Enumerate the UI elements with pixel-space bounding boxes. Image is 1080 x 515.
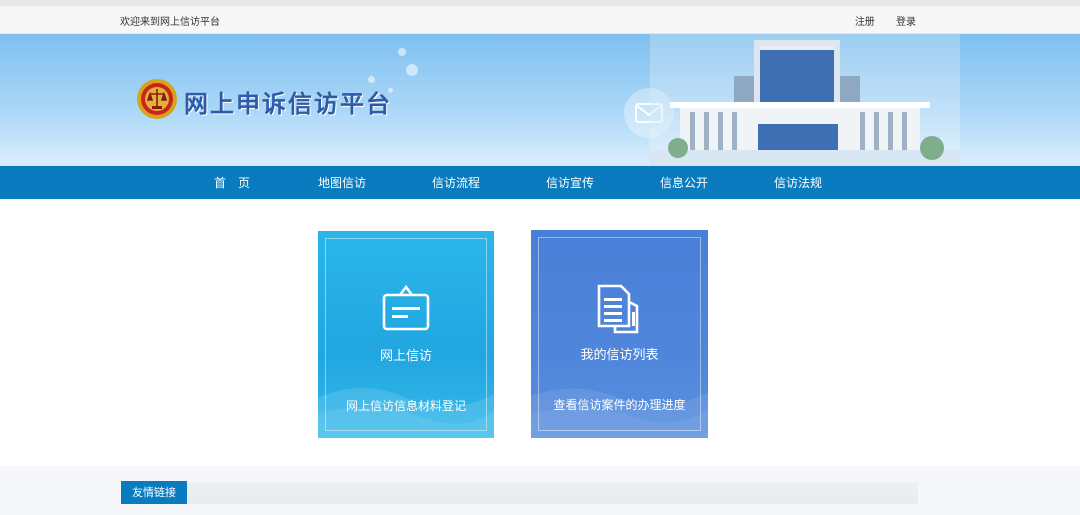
main-nav: 首 页 地图信访 信访流程 信访宣传 信息公开 信访法规: [0, 166, 1080, 199]
login-link[interactable]: 登录: [896, 17, 916, 28]
court-emblem-icon: [137, 79, 177, 119]
card-title: 网上信访: [379, 349, 432, 364]
card-title: 我的信访列表: [580, 348, 659, 363]
card-description: 查看信访案件的办理进度: [553, 398, 686, 412]
board-sign-icon: [382, 284, 430, 331]
nav-item-petition-process[interactable]: 信访流程: [432, 174, 480, 191]
header-banner: 网上申诉信访平台: [0, 34, 1080, 166]
friend-links-strip: [186, 482, 918, 504]
nav-item-map-petition[interactable]: 地图信访: [318, 174, 366, 191]
decor-bubble: [368, 76, 375, 83]
nav-item-home[interactable]: 首 页: [214, 174, 250, 191]
nav-item-petition-regulations[interactable]: 信访法规: [774, 174, 822, 191]
welcome-text: 欢迎来到网上信访平台: [120, 17, 220, 28]
friend-links-tab[interactable]: 友情链接: [121, 481, 187, 504]
top-bar: 欢迎来到网上信访平台 注册 登录: [0, 0, 1080, 34]
nav-item-info-disclosure[interactable]: 信息公开: [660, 174, 708, 191]
decor-bubble: [406, 64, 418, 76]
my-petition-list-card[interactable]: 我的信访列表 查看信访案件的办理进度: [531, 230, 708, 438]
card-description: 网上信访信息材料登记: [345, 399, 466, 413]
court-building-image: [650, 34, 960, 166]
decor-bubble: [398, 48, 406, 56]
auth-links: 注册 登录: [837, 13, 916, 28]
register-link[interactable]: 注册: [855, 17, 875, 28]
nav-item-petition-promotion[interactable]: 信访宣传: [546, 174, 594, 191]
online-petition-card[interactable]: 网上信访 网上信访信息材料登记: [318, 231, 494, 438]
site-title: 网上申诉信访平台: [184, 90, 392, 118]
documents-icon: [597, 284, 639, 334]
